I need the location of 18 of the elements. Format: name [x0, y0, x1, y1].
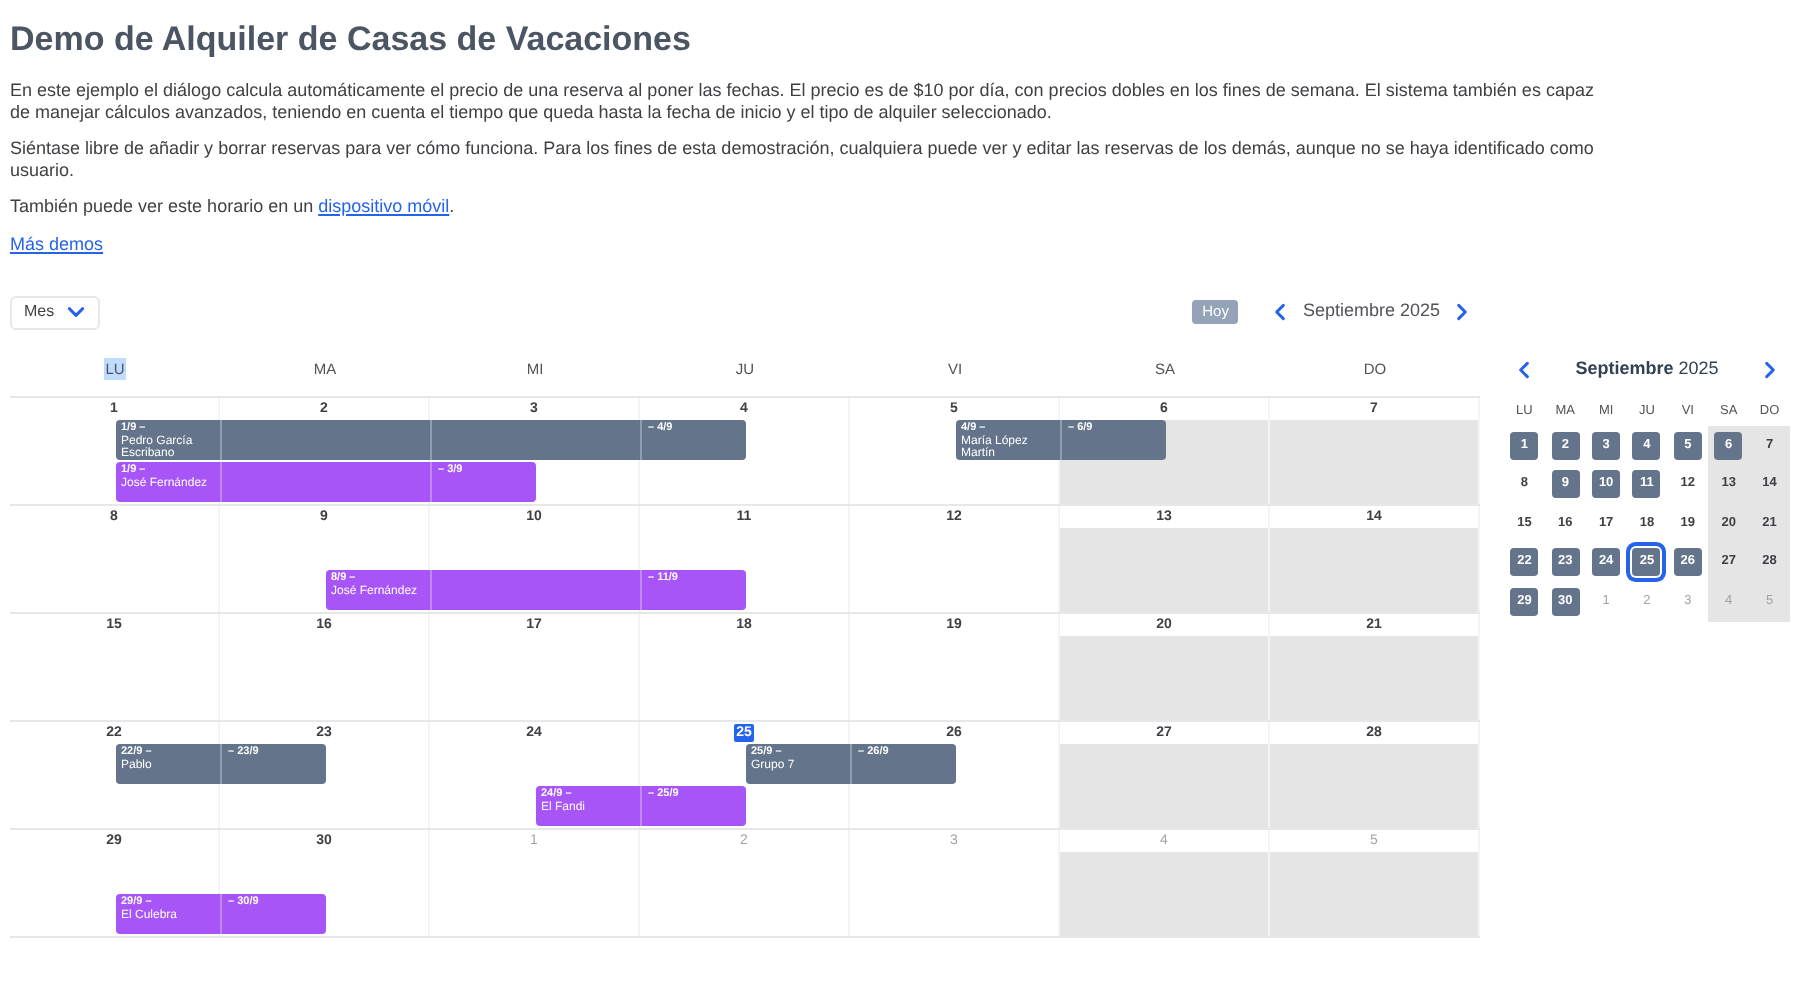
previous-month-button[interactable]	[1270, 302, 1291, 322]
intro-paragraph: En este ejemplo el diálogo calcula automáticamente el precio de una reserva al poner las fechas. El precio es de $10 por día, con precios dobles en los fines de semana. El sistema también es capaz de manejar cálculos avanzados, teniendo en cuenta el tiempo que queda hasta la fecha de inicio y el tipo de alquiler seleccionado.	[10, 80, 1596, 122]
chevron-right-icon	[1759, 360, 1780, 380]
chevron-down-icon	[66, 302, 87, 322]
view-dropdown[interactable]: Mes	[10, 295, 101, 329]
chevron-right-icon	[1452, 302, 1472, 322]
mobile-note: También puede ver este horario en un dispositivo móvil.	[10, 196, 457, 217]
mini-previous-button[interactable]	[1514, 360, 1534, 380]
next-month-button[interactable]	[1452, 302, 1472, 322]
mobile-link[interactable]: dispositivo móvil	[318, 196, 450, 216]
page-title: Demo de Alquiler de Casas de Vacaciones	[10, 20, 693, 60]
mini-next-button[interactable]	[1759, 360, 1780, 380]
mini-month-label: Septiembre 2025	[1575, 356, 1719, 383]
more-demos-link[interactable]: Más demos	[10, 233, 104, 254]
chevron-left-icon	[1514, 360, 1534, 380]
month-label: Septiembre 2025	[1302, 298, 1440, 325]
intro-paragraph: Siéntase libre de añadir y borrar reservas para ver cómo funciona. Para los fines de esta demostración, cualquiera puede ver y editar las reservas de los demás, aunque no se haya identificado como usuario.	[10, 138, 1596, 180]
chevron-left-icon	[1270, 302, 1291, 322]
